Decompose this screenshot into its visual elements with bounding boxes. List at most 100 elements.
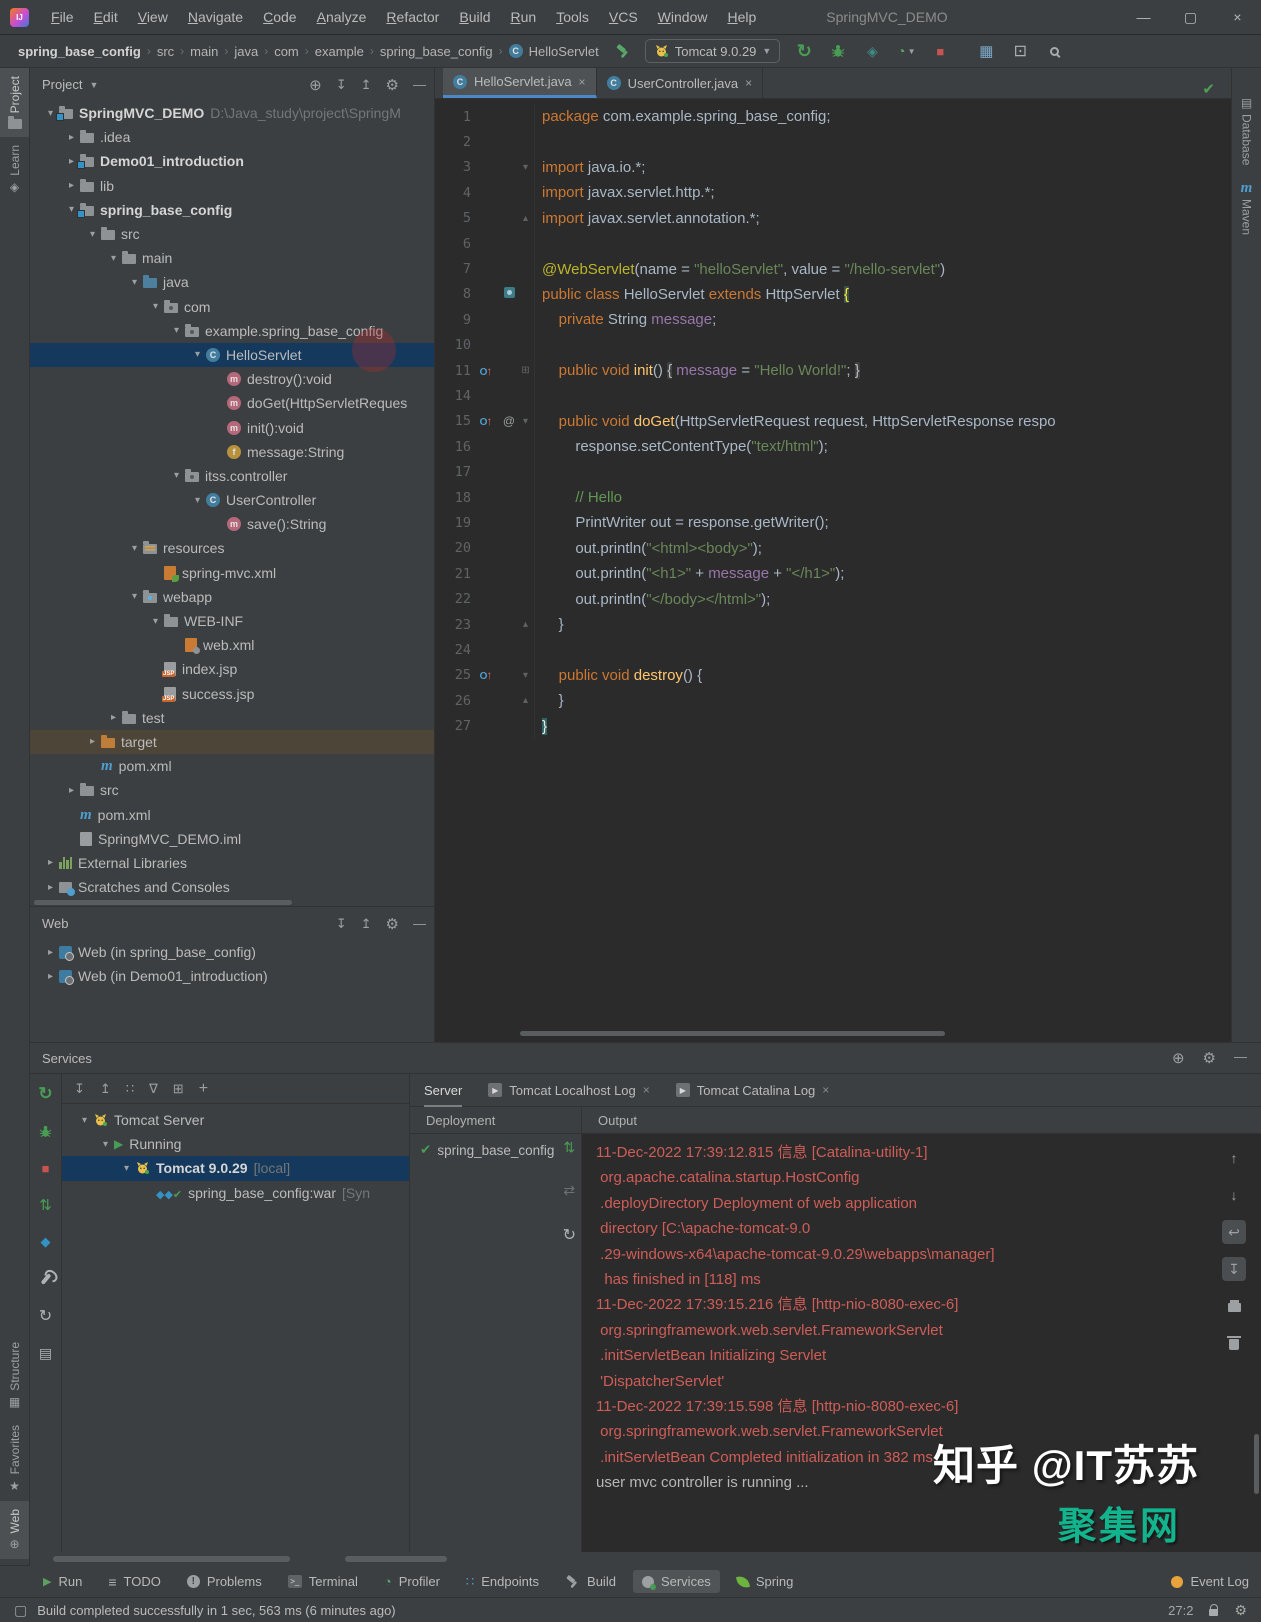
chevron-down-icon[interactable]: ▾ — [97, 1139, 114, 1150]
services-tab-server[interactable]: Server — [424, 1074, 462, 1107]
chevron-down-icon[interactable]: ▾ — [126, 543, 143, 554]
run-configuration-select[interactable]: Tomcat 9.0.29 ▼ — [645, 39, 781, 63]
chevron-down-icon[interactable]: ▾ — [84, 229, 101, 240]
coverage-button[interactable]: ◈ — [862, 41, 882, 61]
code-line[interactable]: 3 ▾ import java.io.*; — [435, 155, 1231, 180]
menu-edit[interactable]: Edit — [84, 0, 128, 35]
project-panel-title[interactable]: Project — [42, 77, 82, 92]
code-line[interactable]: 18 // Hello — [435, 485, 1231, 510]
clear-log-icon[interactable] — [1222, 1331, 1246, 1355]
tool-window-button-favorites[interactable]: Favorites★ — [0, 1417, 29, 1500]
chevron-right-icon[interactable]: ▸ — [84, 736, 101, 747]
close-tab-icon[interactable]: × — [643, 1083, 650, 1097]
tree-item-spring-base-config-war[interactable]: ◆◆✔ spring_base_config:war [Syn — [62, 1181, 409, 1205]
tree-item-pom-xml[interactable]: m pom.xml — [30, 754, 434, 778]
maximize-button[interactable]: ▢ — [1167, 0, 1214, 35]
code-line[interactable]: 26 ▴ } — [435, 688, 1231, 713]
minimize-button[interactable]: — — [1120, 0, 1167, 35]
code-line[interactable]: 14 — [435, 383, 1231, 408]
menu-view[interactable]: View — [128, 0, 178, 35]
chevron-right-icon[interactable]: ▸ — [63, 785, 80, 796]
tool-window-button-spring[interactable]: Spring — [728, 1570, 803, 1593]
run-anything-icon[interactable]: ⊡ — [1010, 41, 1030, 61]
close-tab-icon[interactable]: × — [579, 75, 586, 89]
print-icon[interactable] — [1222, 1294, 1246, 1318]
run-button[interactable]: ↻ — [794, 41, 814, 61]
fold-end-icon[interactable]: ▴ — [523, 695, 528, 706]
fold-open-icon[interactable]: ▾ — [523, 416, 528, 427]
lock-icon[interactable] — [1209, 1609, 1218, 1616]
breadcrumb-item-main[interactable]: main — [190, 44, 218, 59]
menu-refactor[interactable]: Refactor — [376, 0, 449, 35]
menu-help[interactable]: Help — [717, 0, 766, 35]
menu-run[interactable]: Run — [500, 0, 546, 35]
services-toolbar-add-button[interactable]: + — [199, 1080, 208, 1098]
menu-build[interactable]: Build — [449, 0, 500, 35]
chevron-down-icon[interactable]: ▾ — [147, 616, 164, 627]
locate-icon[interactable]: ⊕ — [1172, 1049, 1185, 1067]
class-marker-icon[interactable] — [504, 287, 515, 298]
event-log-button[interactable]: Event Log — [1171, 1574, 1249, 1589]
tree-item-scratches-and-consoles[interactable]: ▸ Scratches and Consoles — [30, 875, 434, 899]
collapse-all-icon[interactable]: ↥ — [361, 77, 372, 93]
debug-button[interactable] — [828, 41, 848, 61]
fold-collapsed-icon[interactable]: ⊞ — [521, 365, 529, 376]
services-diamond-button[interactable]: ◆ — [36, 1232, 56, 1252]
tree-item-src[interactable]: ▾ src — [30, 222, 434, 246]
status-panel-icon[interactable]: ▢ — [14, 1602, 27, 1619]
tool-window-button-problems[interactable]: !Problems — [178, 1570, 271, 1593]
search-everywhere-button[interactable] — [1044, 41, 1064, 61]
tree-item-web-in-spring-base-config[interactable]: ▸ Web (in spring_base_config) — [30, 940, 434, 964]
tree-item-springmvc-demo[interactable]: ▾ SpringMVC_DEMO D:\Java_study\project\S… — [30, 101, 434, 125]
annotation-marker-icon[interactable]: @ — [503, 414, 515, 428]
code-line[interactable]: 22 out.println("</body></html>"); — [435, 586, 1231, 611]
code-line[interactable]: 2 — [435, 129, 1231, 154]
code-line[interactable]: 24 — [435, 637, 1231, 662]
settings-gear-icon[interactable]: ⚙ — [1203, 1049, 1216, 1067]
chevron-right-icon[interactable]: ▸ — [42, 971, 59, 982]
breadcrumb-item-example[interactable]: example — [315, 44, 364, 59]
chevron-down-icon[interactable]: ▾ — [168, 325, 185, 336]
services-wrench-button[interactable] — [36, 1269, 56, 1289]
tool-window-button-database[interactable]: ▤Database — [1232, 88, 1261, 173]
tree-item-springmvc-demo-iml[interactable]: SpringMVC_DEMO.iml — [30, 827, 434, 851]
tool-window-button-learn[interactable]: Learn◈ — [0, 137, 29, 202]
services-toolbar-expand-button[interactable]: ↧ — [74, 1081, 85, 1097]
tree-item-src[interactable]: ▸ src — [30, 778, 434, 802]
menu-code[interactable]: Code — [253, 0, 306, 35]
breadcrumb-item-spring-base-config[interactable]: spring_base_config — [18, 44, 141, 59]
project-structure-icon[interactable]: ▦ — [976, 41, 996, 61]
profiler-button[interactable]: ◔▼ — [896, 41, 916, 61]
close-button[interactable]: × — [1214, 0, 1261, 35]
chevron-down-icon[interactable]: ▾ — [105, 253, 122, 264]
tree-item-tomcat-server[interactable]: ▾ Tomcat Server — [62, 1108, 409, 1132]
tree-item-spring-base-config[interactable]: ▾ spring_base_config — [30, 198, 434, 222]
menu-window[interactable]: Window — [648, 0, 718, 35]
notifications-gear-icon[interactable]: ⚙ — [1234, 1602, 1247, 1619]
tool-window-button-project[interactable]: Project — [0, 68, 29, 137]
code-line[interactable]: 11 O↑ ⊞ public void init() { message = "… — [435, 358, 1231, 383]
code-line[interactable]: 6 — [435, 231, 1231, 256]
stop-button[interactable]: ■ — [930, 41, 950, 61]
services-hscrollbars[interactable] — [30, 1552, 1261, 1566]
services-toolbar-collapse-button[interactable]: ↥ — [100, 1081, 111, 1097]
code-line[interactable]: 16 response.setContentType("text/html"); — [435, 434, 1231, 459]
scroll-down-icon[interactable]: ↓ — [1222, 1183, 1246, 1207]
hide-panel-icon[interactable]: — — [1234, 1049, 1247, 1067]
editor-hscrollbar[interactable] — [520, 1031, 945, 1036]
chevron-right-icon[interactable]: ▸ — [42, 882, 59, 893]
services-toolbar-filter-button[interactable]: ∇ — [149, 1081, 158, 1097]
fold-open-icon[interactable]: ▾ — [523, 162, 528, 173]
tree-item-target[interactable]: ▸ target — [30, 730, 434, 754]
fold-end-icon[interactable]: ▴ — [523, 619, 528, 630]
services-tab-tomcat-catalina-log[interactable]: ▶ Tomcat Catalina Log × — [676, 1074, 830, 1107]
override-marker-icon[interactable]: O↑ — [480, 416, 493, 428]
tree-item-index-jsp[interactable]: index.jsp — [30, 657, 434, 681]
tree-item-demo01-introduction[interactable]: ▸ Demo01_introduction — [30, 149, 434, 173]
menu-vcs[interactable]: VCS — [599, 0, 648, 35]
scroll-to-end-icon[interactable]: ↧ — [1222, 1257, 1246, 1281]
menu-navigate[interactable]: Navigate — [178, 0, 253, 35]
tool-window-button-maven[interactable]: mMaven — [1232, 173, 1261, 243]
log-output[interactable]: 11-Dec-2022 17:39:12.815 信息 [Catalina-ut… — [582, 1134, 1216, 1552]
menu-file[interactable]: File — [41, 0, 84, 35]
